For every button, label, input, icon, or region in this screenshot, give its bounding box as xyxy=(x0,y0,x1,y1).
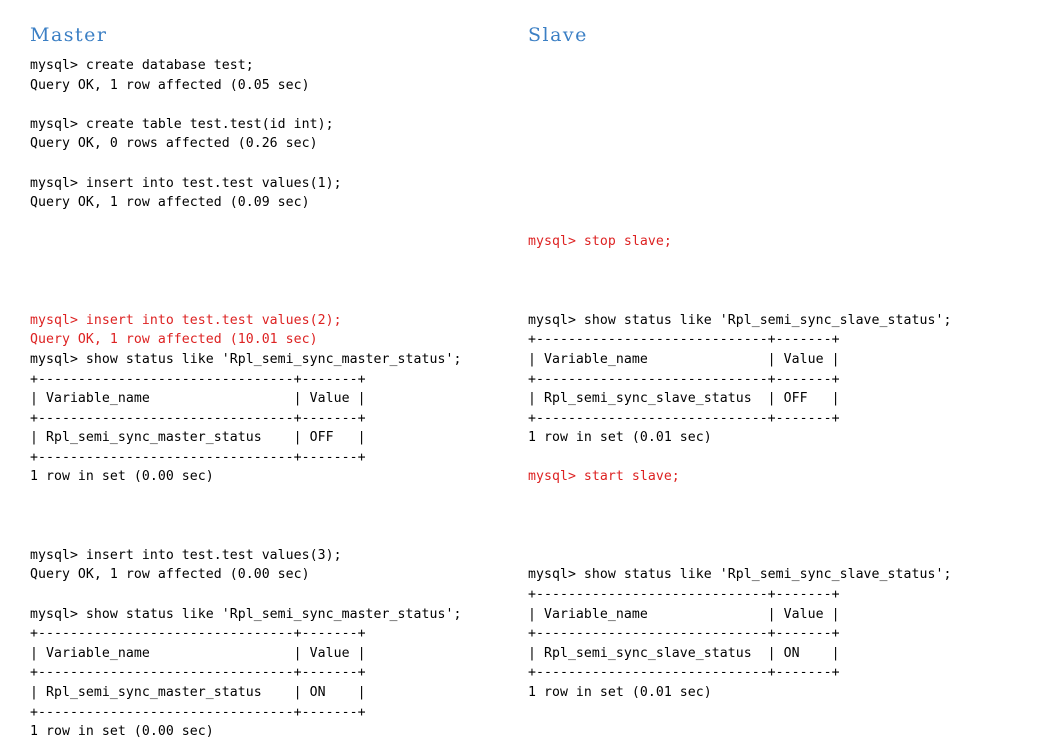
terminal-line: 1 row in set (0.01 sec) xyxy=(528,685,712,700)
terminal-block: mysql> show status like 'Rpl_semi_sync_s… xyxy=(528,565,951,702)
terminal-line: | Rpl_semi_sync_master_status | OFF | xyxy=(30,430,366,446)
terminal-line: 1 row in set (0.00 sec) xyxy=(30,469,214,485)
terminal-line: +--------------------------------+------… xyxy=(30,449,366,465)
terminal-line: +-----------------------------+-------+ xyxy=(528,665,840,681)
slave-terminal-output: mysql> stop slave; mysql> show status li… xyxy=(528,56,951,703)
terminal-line: Query OK, 1 row affected (0.05 sec) xyxy=(30,77,310,93)
terminal-line: mysql> insert into test.test values(3); xyxy=(30,547,342,563)
terminal-block: mysql> show status like 'Rpl_semi_sync_s… xyxy=(528,311,951,448)
terminal-line: | Variable_name | Value | xyxy=(528,606,840,622)
terminal-block-highlighted: mysql> stop slave; xyxy=(528,232,951,252)
terminal-block: mysql> create database test; Query OK, 1 … xyxy=(30,56,461,95)
terminal-line: Query OK, 1 row affected (10.01 sec) xyxy=(30,332,318,348)
terminal-line: mysql> start slave; xyxy=(528,469,680,485)
terminal-line: +-----------------------------+-------+ xyxy=(528,626,840,642)
terminal-line: Query OK, 0 rows affected (0.26 sec) xyxy=(30,136,318,152)
terminal-line: +-----------------------------+-------+ xyxy=(528,410,840,426)
terminal-line: mysql> stop slave; xyxy=(528,234,672,250)
terminal-line: mysql> create database test; xyxy=(30,58,254,73)
terminal-block: mysql> show status like 'Rpl_semi_sync_m… xyxy=(30,605,461,742)
terminal-line: +-----------------------------+-------+ xyxy=(528,332,840,348)
master-terminal-output: mysql> create database test; Query OK, 1 … xyxy=(30,56,461,742)
master-heading: Master xyxy=(30,24,108,46)
terminal-line: mysql> show status like 'Rpl_semi_sync_s… xyxy=(528,312,952,328)
terminal-block-highlighted: mysql> insert into test.test values(2); Q… xyxy=(30,311,461,350)
terminal-line: | Variable_name | Value | xyxy=(528,351,840,367)
terminal-block: mysql> show status like 'Rpl_semi_sync_m… xyxy=(30,350,461,487)
terminal-line: | Rpl_semi_sync_master_status | ON | xyxy=(30,685,366,700)
terminal-line: mysql> show status like 'Rpl_semi_sync_m… xyxy=(30,606,462,622)
terminal-line: +--------------------------------+------… xyxy=(30,704,366,720)
terminal-line: mysql> insert into test.test values(1); xyxy=(30,175,342,191)
terminal-line: Query OK, 1 row affected (0.00 sec) xyxy=(30,567,310,583)
terminal-line: mysql> show status like 'Rpl_semi_sync_m… xyxy=(30,351,462,367)
terminal-line: | Rpl_semi_sync_slave_status | OFF | xyxy=(528,391,840,407)
terminal-block: mysql> insert into test.test values(3); Q… xyxy=(30,546,461,585)
terminal-line: +-----------------------------+-------+ xyxy=(528,371,840,387)
terminal-line: Query OK, 1 row affected (0.09 sec) xyxy=(30,195,310,211)
terminal-line: +--------------------------------+------… xyxy=(30,665,366,681)
terminal-line: +--------------------------------+------… xyxy=(30,371,366,387)
terminal-line: +--------------------------------+------… xyxy=(30,410,366,426)
terminal-line: | Rpl_semi_sync_slave_status | ON | xyxy=(528,645,840,661)
terminal-block xyxy=(528,213,951,233)
terminal-line: 1 row in set (0.00 sec) xyxy=(30,724,214,740)
screenshot-root: Master mysql> create database test; Query… xyxy=(0,0,1054,739)
terminal-line: mysql> create table test.test(id int); xyxy=(30,116,334,132)
terminal-line: 1 row in set (0.01 sec) xyxy=(528,430,712,446)
terminal-block: mysql> create table test.test(id int); Qu… xyxy=(30,115,461,154)
terminal-line: mysql> show status like 'Rpl_semi_sync_s… xyxy=(528,567,952,583)
terminal-block xyxy=(30,291,461,311)
terminal-line: | Variable_name | Value | xyxy=(30,391,366,407)
terminal-line: +-----------------------------+-------+ xyxy=(528,587,840,603)
terminal-block: mysql> insert into test.test values(1); Q… xyxy=(30,174,461,213)
terminal-block-highlighted: mysql> start slave; xyxy=(528,467,951,487)
terminal-line: mysql> insert into test.test values(2); xyxy=(30,312,342,328)
slave-heading: Slave xyxy=(528,24,588,46)
terminal-line: +--------------------------------+------… xyxy=(30,626,366,642)
terminal-line: | Variable_name | Value | xyxy=(30,645,366,661)
